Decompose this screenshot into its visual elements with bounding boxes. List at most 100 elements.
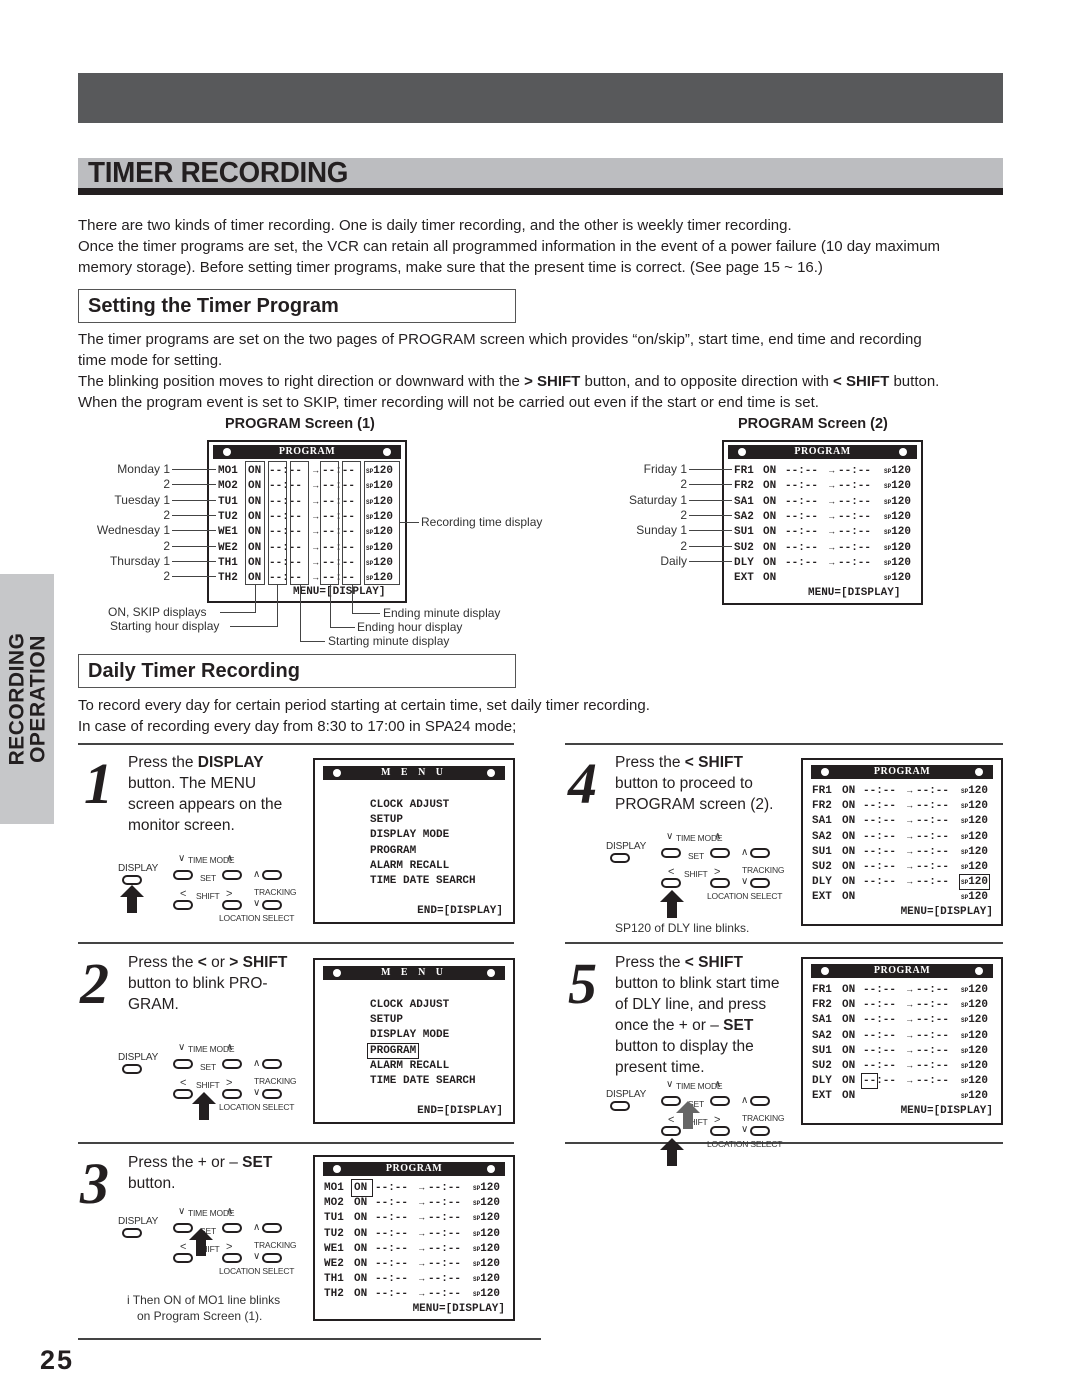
time-mode-up-icon: ∧ [226, 853, 234, 864]
tracking-label: TRACKING [742, 1113, 785, 1123]
tracking-up-button[interactable] [262, 870, 282, 880]
shift-left-button[interactable] [173, 1089, 193, 1099]
display-button[interactable] [122, 875, 142, 885]
row-start: --:-- [785, 480, 819, 493]
row-time: 120 [480, 1242, 501, 1255]
set-minus-button[interactable] [173, 870, 193, 880]
menu-item[interactable]: DISPLAY MODE [369, 1029, 450, 1041]
tracking-down-button[interactable] [262, 1253, 282, 1263]
display-button[interactable] [122, 1064, 142, 1074]
set-plus-button[interactable] [710, 848, 730, 858]
arrow-right-icon: → [419, 1198, 425, 1209]
set-minus-button[interactable] [661, 848, 681, 858]
set-plus-button[interactable] [222, 870, 242, 880]
row-code: WE2 [218, 541, 238, 554]
shift-right-button[interactable] [710, 878, 730, 888]
row-recording-time: SP120 [961, 1030, 988, 1042]
start-hour-blinking: -- [860, 1073, 879, 1090]
row-code: MO2 [324, 1197, 344, 1210]
display-label: DISPLAY [118, 863, 159, 874]
screen-footer: END=[DISPLAY] [417, 905, 503, 917]
row-code: SA2 [812, 830, 832, 843]
row-state: ON [842, 815, 856, 828]
tracking-down-button[interactable] [750, 1126, 770, 1136]
callout-line [172, 530, 216, 532]
menu-item-selected[interactable]: PROGRAM [366, 1042, 420, 1059]
dot-icon [821, 768, 829, 776]
menu-item[interactable]: PROGRAM [369, 845, 417, 857]
row-time: 120 [891, 510, 912, 523]
display-button[interactable] [610, 1101, 630, 1111]
shift-left-button[interactable] [173, 900, 193, 910]
row-start: --:-- [860, 1073, 907, 1090]
set-plus-button[interactable] [222, 1059, 242, 1069]
row-time: 120 [968, 1090, 989, 1103]
shift-right-icon: > [226, 888, 233, 900]
row-time: 120 [891, 465, 912, 477]
shift-right-button[interactable] [222, 900, 242, 910]
row-code: EXT [734, 572, 754, 585]
display-button[interactable] [610, 853, 630, 863]
row-time: 120 [968, 830, 989, 843]
display-button[interactable] [122, 1228, 142, 1238]
arrow-right-icon: → [907, 1045, 913, 1056]
menu-item[interactable]: SETUP [369, 1014, 404, 1026]
row-code: SU1 [812, 845, 832, 858]
tracking-up-button[interactable] [750, 1096, 770, 1106]
screen-header-label: PROGRAM [794, 446, 851, 457]
callout-line [172, 514, 216, 516]
shift-right-icon: > [714, 866, 721, 878]
program-row: SA1 ON --:-- → --:-- SP120 [812, 814, 988, 829]
menu-item[interactable]: TIME DATE SEARCH [369, 875, 477, 887]
tracking-down-button[interactable] [750, 878, 770, 888]
shift-label: SHIFT [845, 373, 890, 390]
tracking-down-button[interactable] [262, 900, 282, 910]
menu-item[interactable]: ALARM RECALL [369, 860, 450, 872]
row-time: 120 [968, 984, 989, 996]
divider [565, 743, 1003, 745]
screen-header: PROGRAM [811, 964, 993, 978]
menu-screen: M E N U CLOCK ADJUST SETUP DISPLAY MODE PROG… [313, 958, 515, 1124]
menu-item[interactable]: CLOCK ADJUST [369, 799, 450, 811]
callout-line [220, 612, 256, 613]
tracking-up-button[interactable] [262, 1223, 282, 1233]
menu-item[interactable]: DISPLAY MODE [369, 829, 450, 841]
program-row: WE2 ON --:-- → --:-- SP120 [324, 1257, 500, 1272]
row-end: --:-- [428, 1273, 462, 1286]
row-end: --:-- [916, 984, 950, 996]
side-tab-line: OPERATION [26, 635, 49, 763]
tracking-up-button[interactable] [750, 848, 770, 858]
shift-right-button[interactable] [222, 1089, 242, 1099]
menu-item[interactable]: TIME DATE SEARCH [369, 1075, 477, 1087]
callout-line [330, 585, 331, 627]
day-label: Saturday 1 [628, 492, 687, 507]
set-minus-button[interactable] [173, 1059, 193, 1069]
row-code: SA1 [734, 495, 754, 508]
row-code: SU2 [734, 541, 754, 554]
shift-right-button[interactable] [710, 1126, 730, 1136]
display-label: DISPLAY [197, 754, 264, 771]
tracking-down-button[interactable] [262, 1089, 282, 1099]
arrow-right-icon: → [419, 1274, 425, 1285]
set-plus-button[interactable] [710, 1096, 730, 1106]
row-state: ON [354, 1258, 368, 1270]
shift-left-button[interactable] [661, 878, 681, 888]
menu-item[interactable]: ALARM RECALL [369, 1060, 450, 1072]
step-line: button to display the [615, 1038, 754, 1055]
set-plus-button[interactable] [222, 1223, 242, 1233]
menu-item[interactable]: SETUP [369, 814, 404, 826]
menu-item[interactable]: CLOCK ADJUST [369, 999, 450, 1011]
callout-line [277, 585, 278, 626]
row-recording-time: SP120 [473, 1228, 500, 1240]
shift-right-button[interactable] [222, 1253, 242, 1263]
tracking-up-button[interactable] [262, 1059, 282, 1069]
day-label: 2 [163, 477, 170, 492]
arrow-right-icon: → [419, 1259, 425, 1269]
row-time: 120 [480, 1197, 501, 1210]
program-row: MO1 ON --:-- → --:-- SP120 [324, 1179, 500, 1197]
callout-line [300, 585, 301, 641]
row-state: ON [354, 1273, 368, 1286]
row-recording-time: SP120 [473, 1197, 500, 1209]
step-line: button. [128, 1175, 176, 1192]
screen-footer: MENU=[DISPLAY] [412, 1302, 505, 1315]
